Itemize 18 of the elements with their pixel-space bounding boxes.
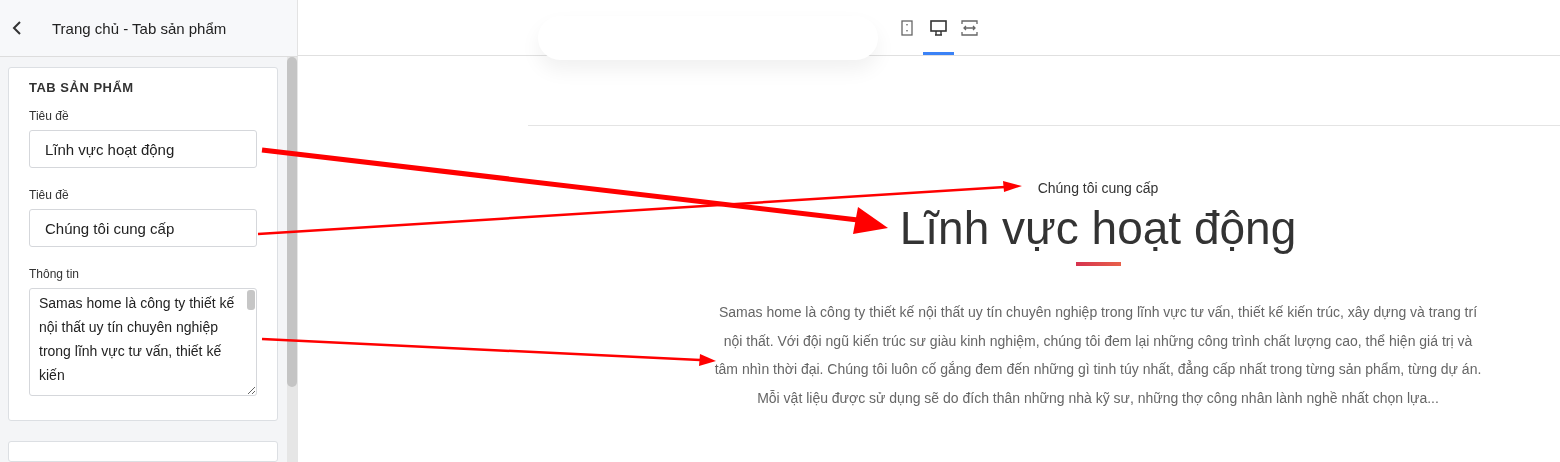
scrollbar[interactable]	[287, 57, 297, 387]
section-subtitle: Chúng tôi cung cấp	[1037, 180, 1159, 196]
back-icon[interactable]	[12, 21, 22, 35]
scrollbar[interactable]	[247, 290, 255, 310]
text-field[interactable]: Lĩnh vực hoạt động	[29, 130, 257, 168]
panel-title: Trang chủ - Tab sản phẩm	[52, 19, 227, 37]
field-label: Tiêu đề	[29, 109, 70, 123]
text-field[interactable]: Chúng tôi cung cấp	[29, 209, 257, 247]
expand-width-icon	[960, 19, 978, 36]
text-area[interactable]: Samas home là công ty thiết kế nội thất uy tín chuyên nghiệp trong lĩnh vực tư vấn, thiết kế kiến	[29, 288, 257, 396]
accent-bar	[1075, 262, 1121, 266]
section-paragraph: Samas home là công ty thiết kế nội thất uy tín chuyên nghiệp trong lĩnh vực tư vấn, thiết kế kiến trúc, xây dựng và trang trí nội thất. Với đội ngũ kiến trúc sư giàu kinh nghiệm, chúng tôi đem lại những công trình chất lượng cao, thể hiện giá trị và tâm nhìn thời đại. Chúng tôi luôn cố gắng đem đến những gì tinh túy nhất, đẳng cấp nhất trong từng sản phẩm, từng dự án. Mỗi vật liệu được sử dụng sẽ do đích thân những nhà kỹ sư, những thợ công nhân lành nghề nhất chọn lựa...	[713, 303, 1483, 408]
field-label: Thông tin	[29, 267, 81, 281]
monitor-icon	[929, 19, 947, 36]
field-label: Tiêu đề	[29, 188, 70, 202]
section-heading: TAB SẢN PHẨM	[29, 80, 135, 95]
section-title: Lĩnh vực hoạt động	[899, 201, 1297, 256]
phone-icon	[901, 19, 913, 36]
